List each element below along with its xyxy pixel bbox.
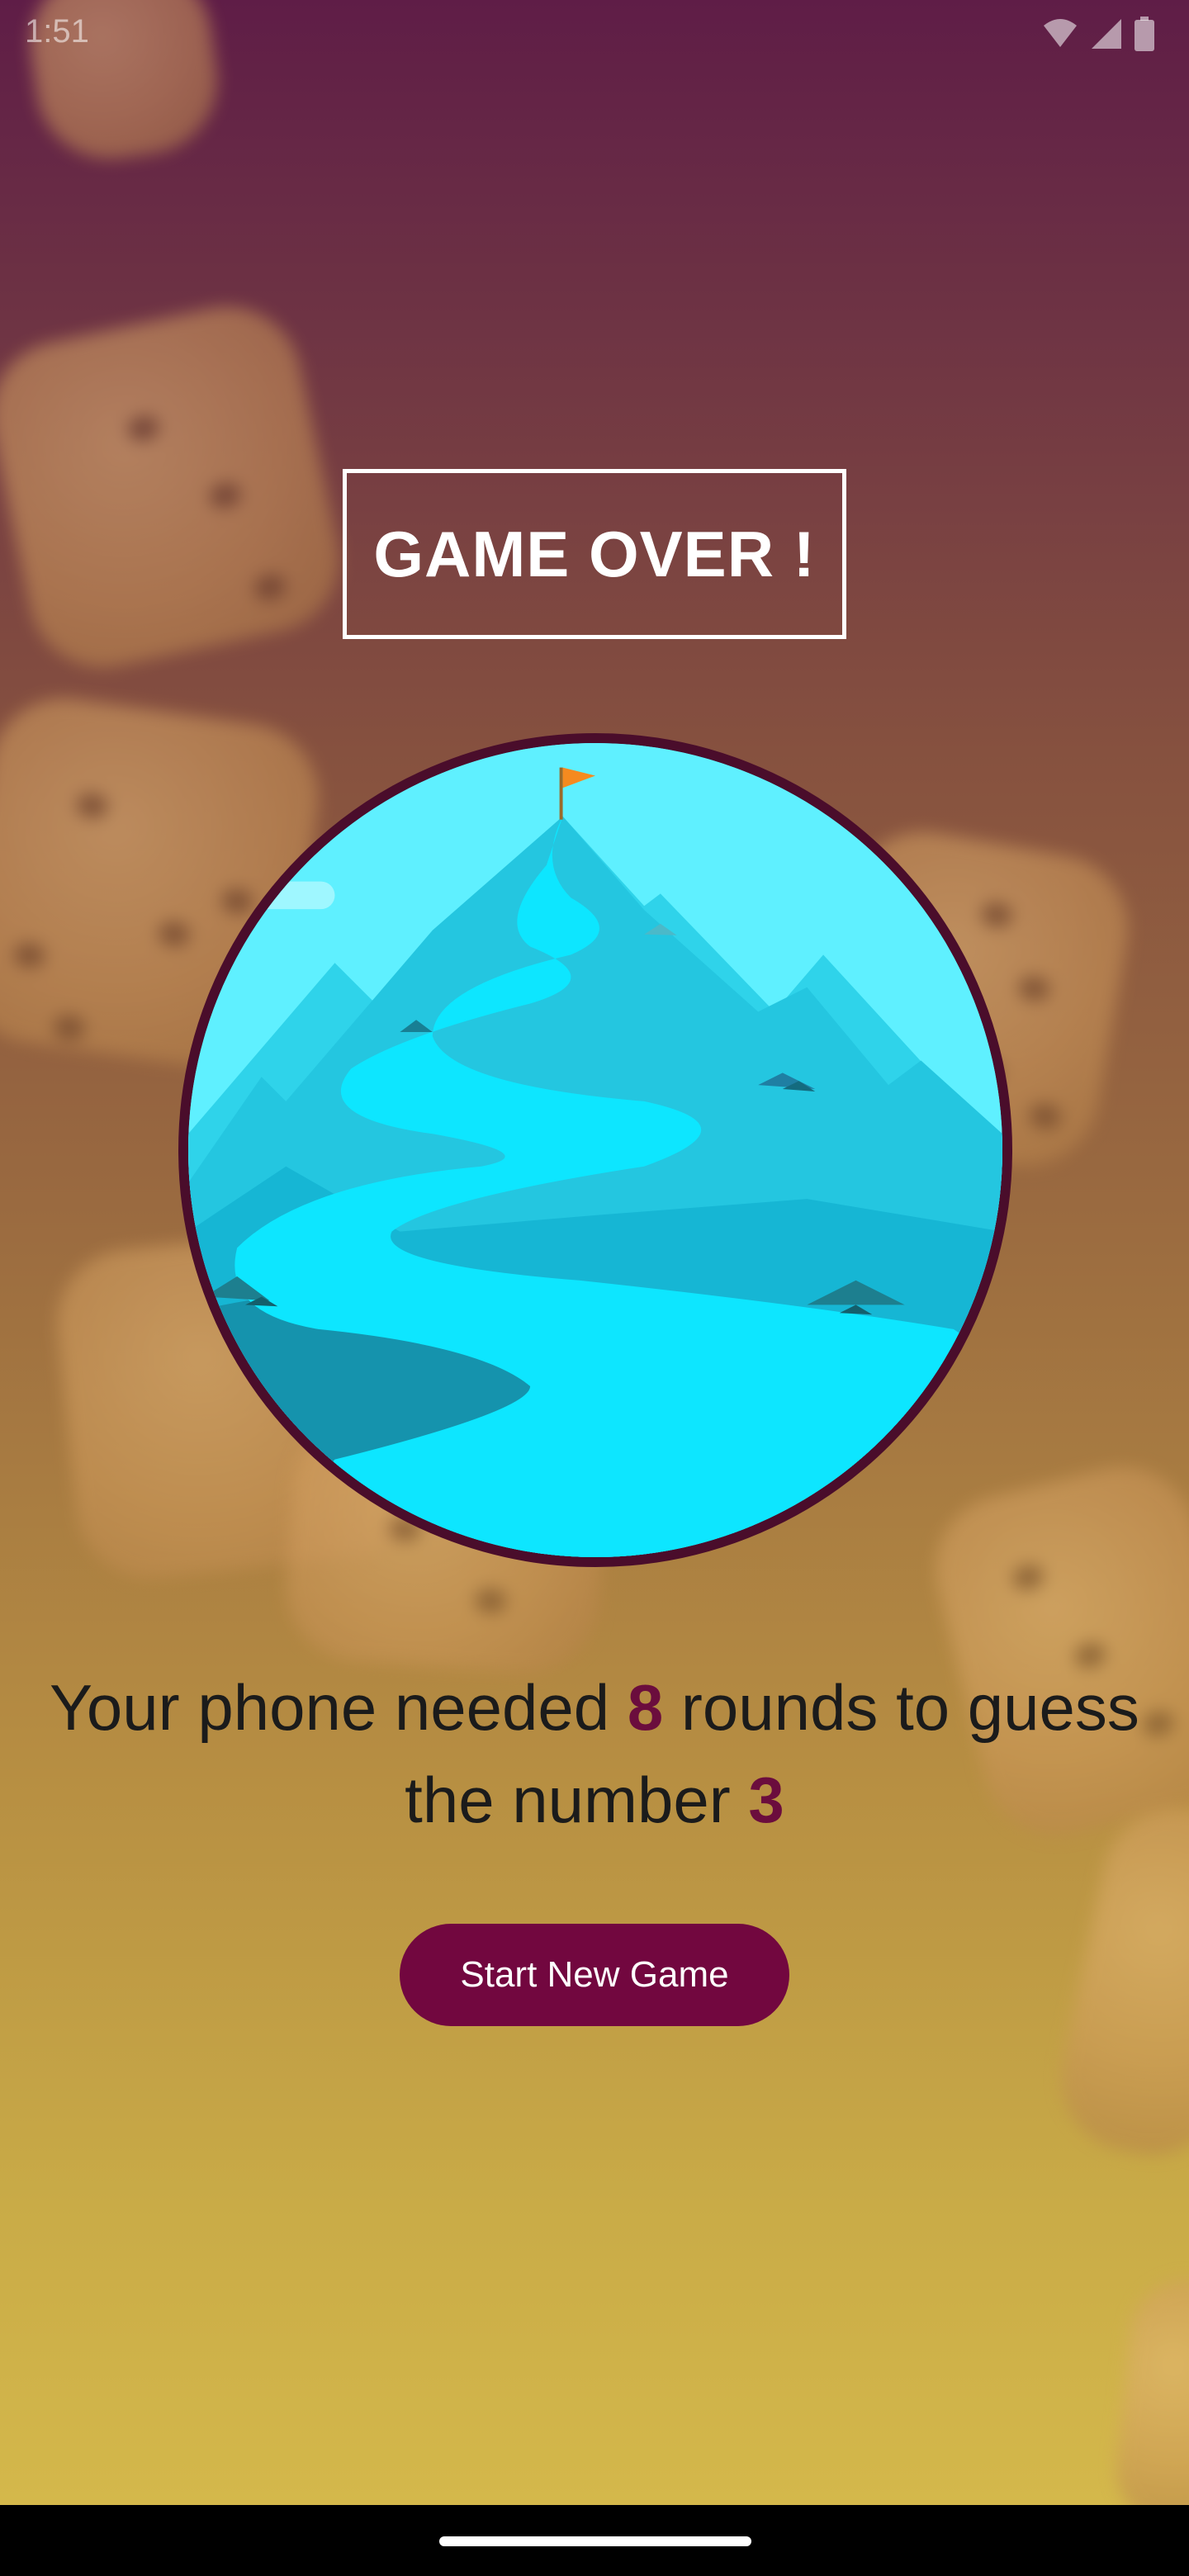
game-over-title-box: GAME OVER ! [343, 469, 846, 639]
die-decoration [1047, 1794, 1189, 2169]
cellular-signal-icon [1090, 17, 1123, 54]
home-gesture-handle[interactable] [439, 2536, 751, 2546]
guessed-number: 3 [748, 1764, 784, 1836]
rounds-count: 8 [627, 1671, 664, 1744]
navigation-bar [0, 2505, 1189, 2576]
status-time: 1:51 [25, 13, 89, 50]
mountain-summit-illustration [178, 733, 1012, 1567]
summary-prefix: Your phone needed [50, 1671, 628, 1744]
game-over-screen: 1:51 GAME OVER ! Your phone needed 8 rou… [0, 0, 1189, 2505]
battery-icon [1135, 17, 1154, 55]
status-icons [1042, 17, 1154, 55]
wifi-icon [1042, 17, 1078, 54]
game-over-title: GAME OVER ! [373, 517, 816, 590]
mountain-illustration-svg [188, 743, 1002, 1557]
game-summary-text: Your phone needed 8 rounds to guess the … [50, 1661, 1139, 1846]
flag-pole-shape [559, 767, 563, 820]
start-new-game-button[interactable]: Start New Game [400, 1924, 789, 2026]
die-decoration [1110, 2273, 1189, 2505]
status-bar: 1:51 [0, 0, 1189, 69]
die-decoration [0, 292, 353, 682]
